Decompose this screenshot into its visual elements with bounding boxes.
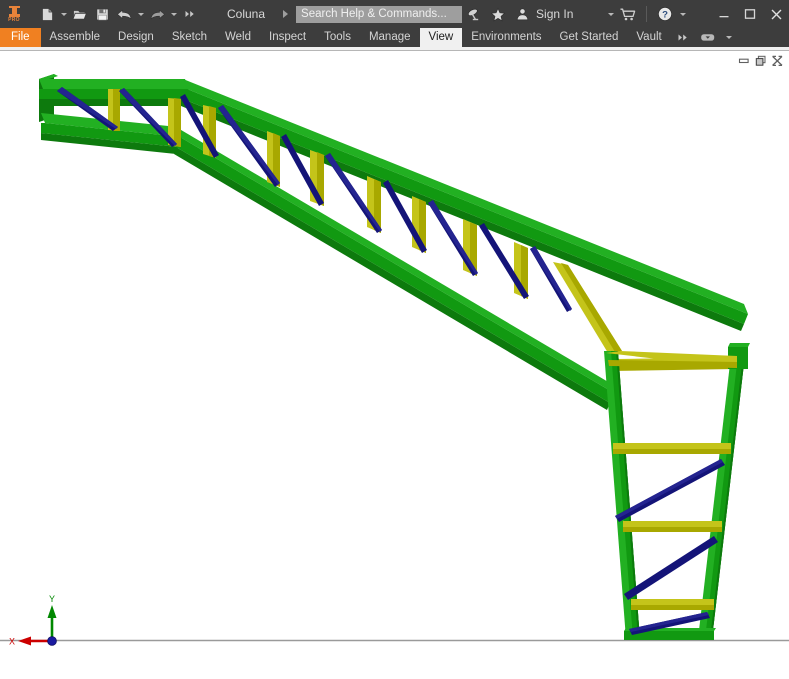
- double-chevron-right-icon: [185, 11, 194, 17]
- undo-button[interactable]: [113, 3, 135, 25]
- redo-dropdown-caret[interactable]: [168, 3, 179, 25]
- mdi-minimize-button[interactable]: [735, 53, 752, 68]
- redo-button[interactable]: [146, 3, 168, 25]
- new-file-dropdown-caret[interactable]: [58, 3, 69, 25]
- tab-tools[interactable]: Tools: [315, 28, 360, 47]
- minimize-ribbon-dropdown-caret[interactable]: [721, 28, 737, 47]
- mdi-close-button[interactable]: [769, 53, 786, 68]
- tab-assemble[interactable]: Assemble: [41, 28, 110, 47]
- satellite-dish-icon: [467, 8, 479, 20]
- inventor-logo-icon[interactable]: PRO: [0, 0, 28, 28]
- ribbon-tab-bar: File Assemble Design Sketch Weld Inspect…: [0, 28, 789, 47]
- document-dropdown-arrow[interactable]: [283, 10, 289, 18]
- floppy-disk-icon: [95, 8, 109, 20]
- shopping-cart-button[interactable]: [616, 2, 640, 26]
- column-right-leg-green: [698, 355, 745, 639]
- tab-file[interactable]: File: [0, 28, 41, 47]
- help-button[interactable]: ?: [653, 2, 677, 26]
- graphics-viewport[interactable]: Y X: [0, 51, 789, 679]
- open-file-button[interactable]: [69, 3, 91, 25]
- inventor-application-window: PRO Coluna Search Help & Commands... Sig…: [0, 0, 789, 679]
- mdi-restore-button[interactable]: [752, 53, 769, 68]
- open-folder-icon: [72, 9, 87, 19]
- y-axis-arrowhead: [47, 605, 57, 618]
- tab-weld[interactable]: Weld: [216, 28, 260, 47]
- maximize-icon: [744, 9, 756, 19]
- tab-design[interactable]: Design: [109, 28, 163, 47]
- y-axis-label: Y: [49, 594, 55, 604]
- tab-view[interactable]: View: [419, 28, 463, 47]
- window-minimize-icon: [738, 58, 749, 64]
- tab-vault[interactable]: Vault: [627, 28, 670, 47]
- svg-text:?: ?: [662, 10, 668, 21]
- tab-inspect[interactable]: Inspect: [260, 28, 315, 47]
- column-left-leg-green: [604, 351, 640, 639]
- ribbon-overflow-button[interactable]: [671, 28, 695, 47]
- tab-environments[interactable]: Environments: [462, 28, 550, 47]
- ribbon-collapse-icon: [700, 34, 714, 41]
- double-chevron-right-icon: [678, 34, 687, 41]
- close-window-button[interactable]: [763, 0, 789, 28]
- mdi-window-controls: [735, 53, 786, 68]
- search-input[interactable]: [296, 5, 463, 23]
- minimize-ribbon-button[interactable]: [695, 28, 721, 47]
- minimize-icon: [719, 16, 729, 18]
- window-restore-icon: [755, 55, 765, 66]
- new-document-icon: [41, 7, 53, 21]
- more-commands-button[interactable]: [179, 3, 201, 25]
- axis-origin-dot: [47, 636, 57, 646]
- help-dropdown-caret[interactable]: [677, 3, 688, 25]
- tab-sketch[interactable]: Sketch: [163, 28, 216, 47]
- sign-in-dropdown-caret[interactable]: [605, 3, 616, 25]
- shopping-cart-icon: [620, 8, 636, 20]
- minimize-window-button[interactable]: [711, 0, 737, 28]
- inventor-logo-pro-label: PRO: [8, 16, 20, 23]
- undo-arrow-icon: [116, 9, 131, 19]
- undo-dropdown-caret[interactable]: [135, 3, 146, 25]
- x-axis-label: X: [9, 637, 15, 647]
- document-name-label: Coluna: [227, 7, 266, 21]
- tab-get-started[interactable]: Get Started: [551, 28, 628, 47]
- star-icon: [490, 7, 506, 22]
- user-person-icon: [516, 8, 528, 20]
- truss-model-3d[interactable]: [0, 51, 789, 679]
- view-cube-axis-triad[interactable]: Y X: [4, 593, 84, 655]
- redo-arrow-icon: [150, 9, 165, 19]
- x-axis-arrowhead: [18, 636, 31, 646]
- favorites-icon[interactable]: [486, 2, 510, 26]
- question-circle-icon: ?: [658, 7, 673, 21]
- title-bar: PRO Coluna Search Help & Commands... Sig…: [0, 0, 789, 28]
- new-file-button[interactable]: [36, 3, 58, 25]
- close-x-icon: [771, 9, 781, 19]
- autodesk-360-icon[interactable]: [462, 2, 486, 26]
- window-close-icon: [772, 55, 783, 66]
- tab-manage[interactable]: Manage: [360, 28, 420, 47]
- model-reflection: [625, 638, 713, 640]
- maximize-window-button[interactable]: [737, 0, 763, 28]
- user-person-icon[interactable]: [510, 2, 534, 26]
- sign-in-label[interactable]: Sign In: [536, 7, 573, 21]
- save-button[interactable]: [91, 3, 113, 25]
